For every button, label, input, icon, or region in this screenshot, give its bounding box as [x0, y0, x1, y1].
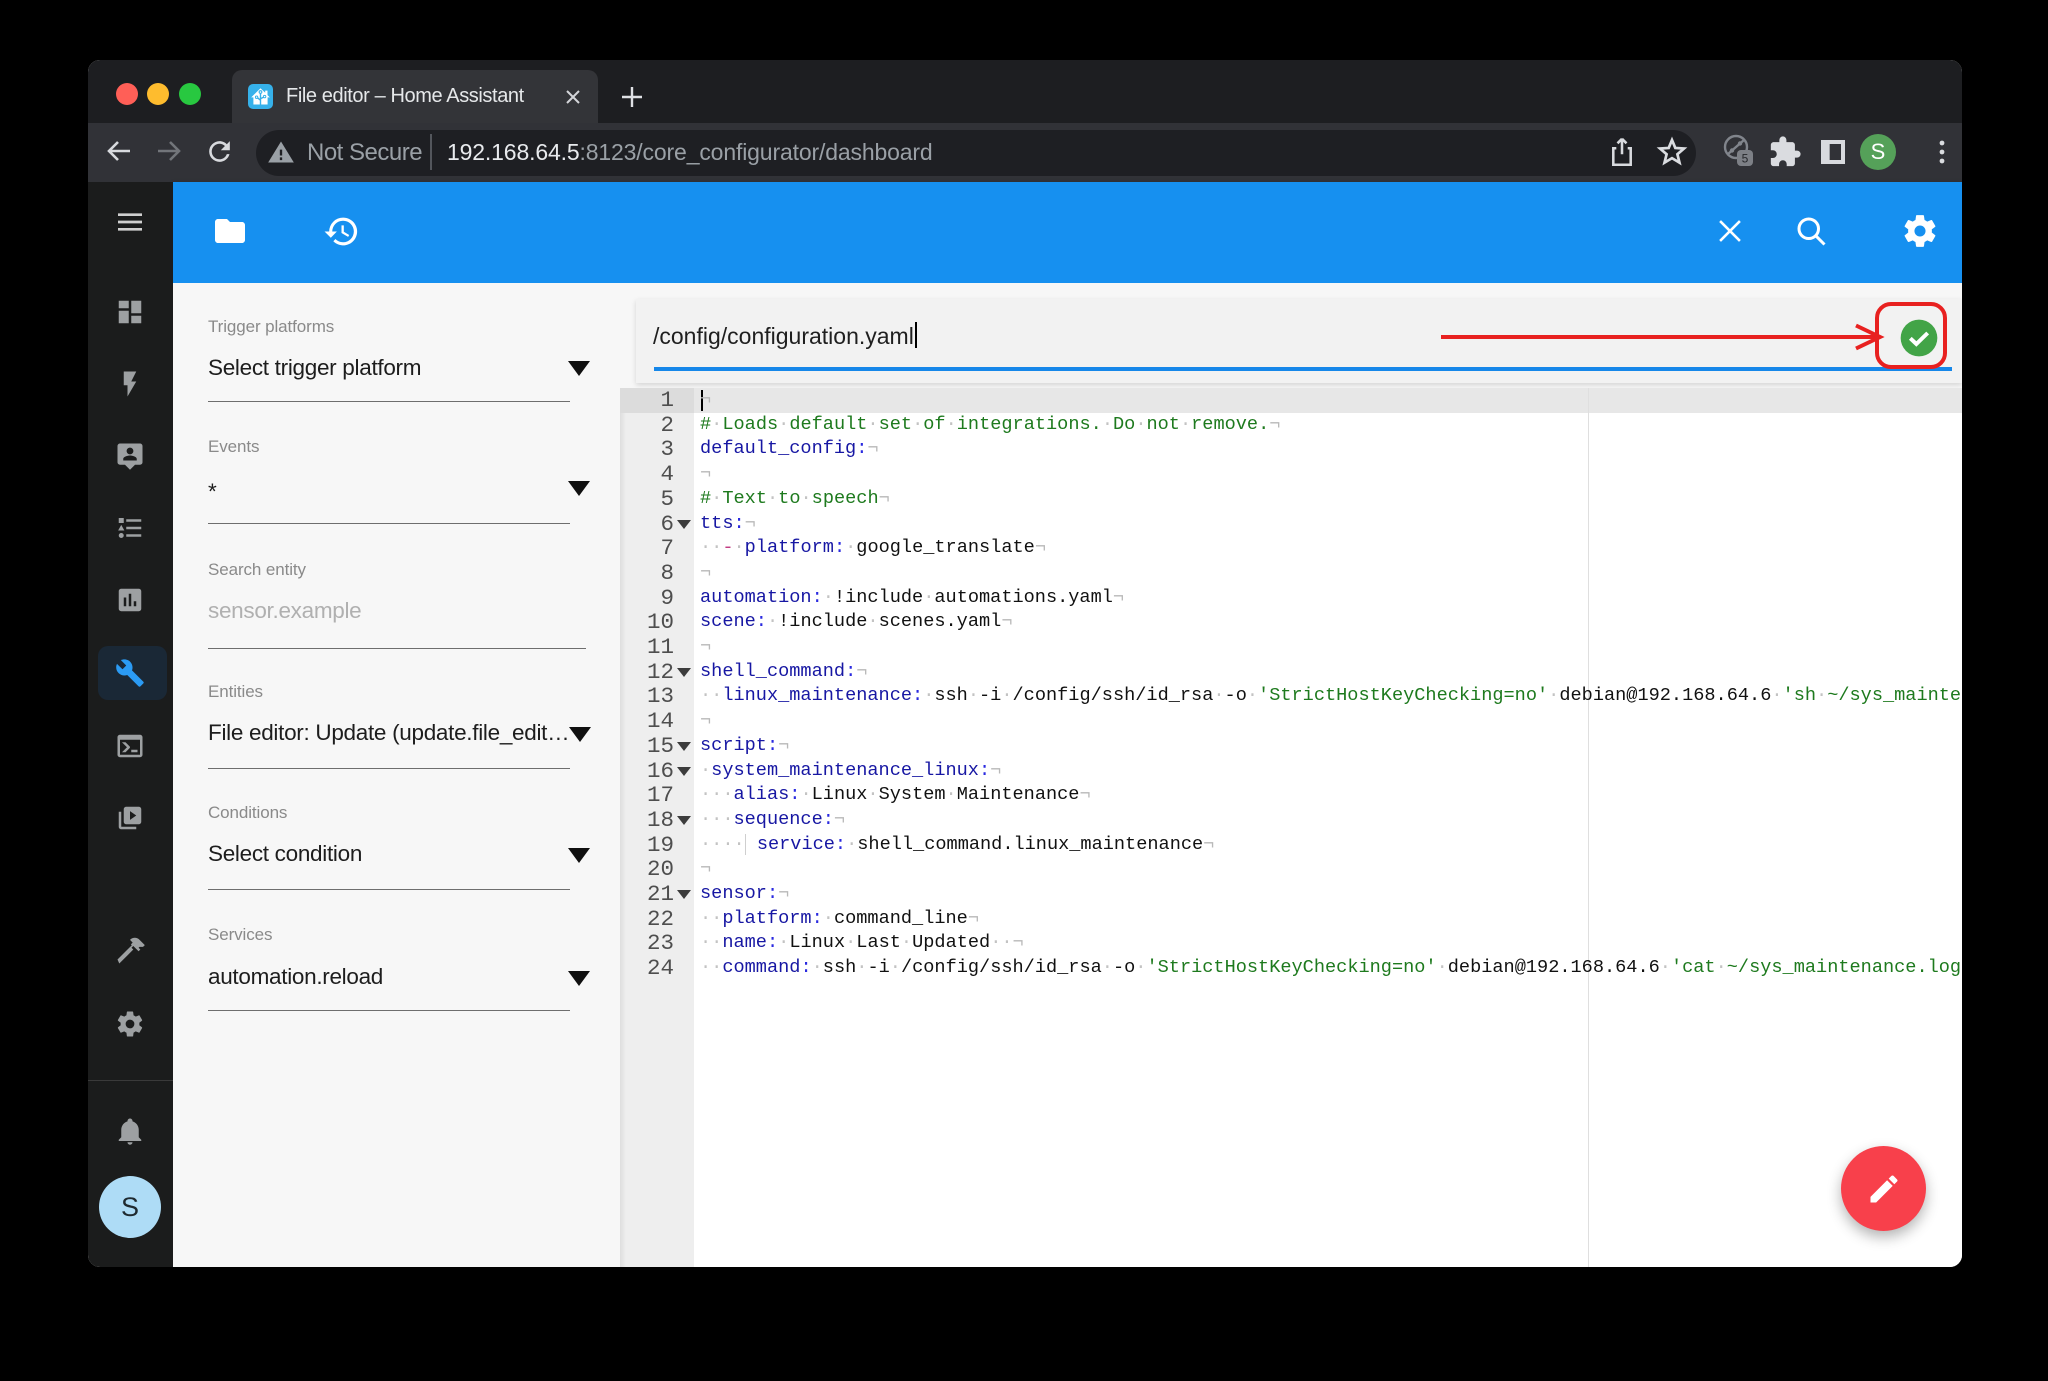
- svg-text:5: 5: [1742, 152, 1749, 166]
